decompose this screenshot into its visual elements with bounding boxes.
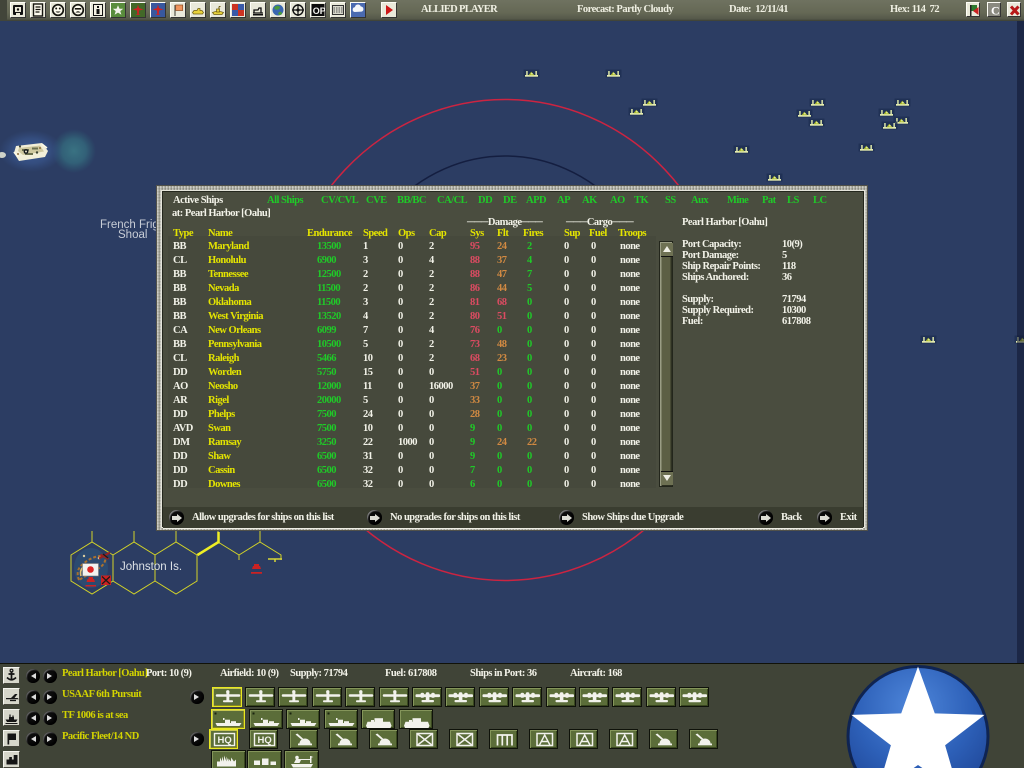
svg-text:HQ: HQ — [218, 735, 232, 746]
svg-text:HQ: HQ — [258, 735, 272, 746]
svg-text:OP: OP — [313, 6, 325, 16]
svg-text:C: C — [991, 4, 999, 18]
